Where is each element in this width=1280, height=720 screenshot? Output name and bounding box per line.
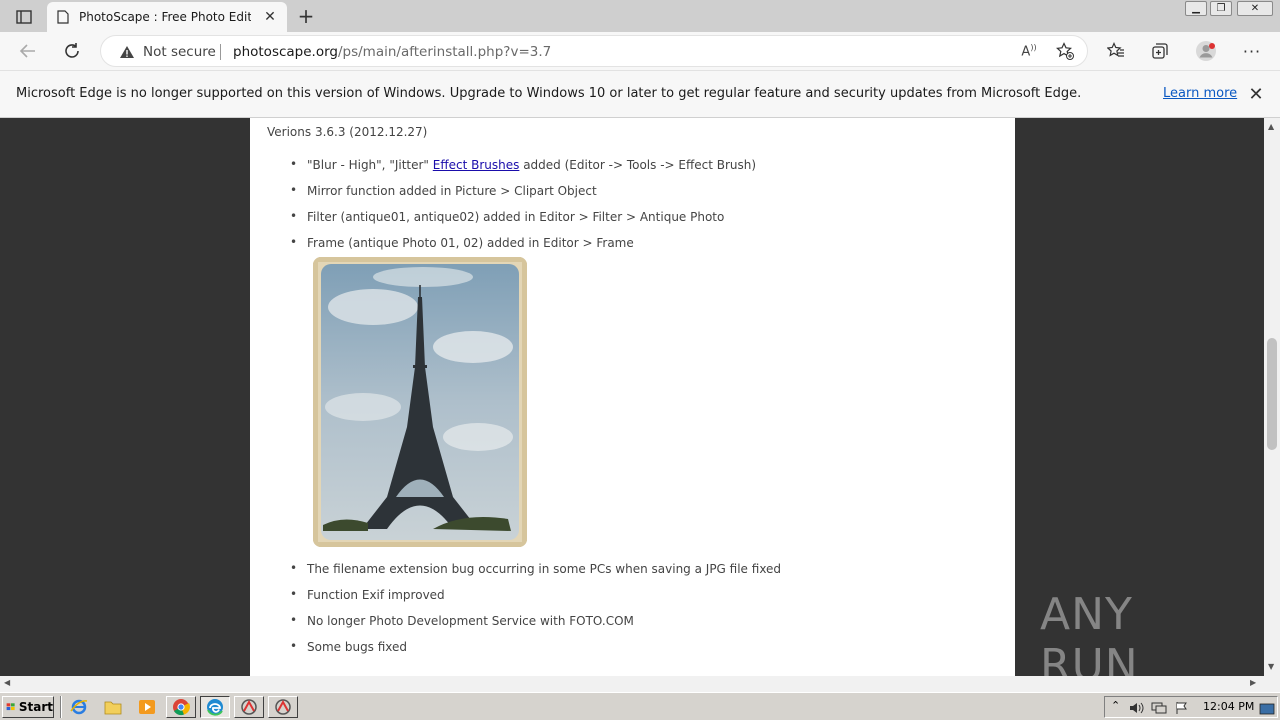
refresh-button[interactable] [60,40,84,62]
system-tray: ⌃ 12:04 PM [1104,696,1278,718]
vertical-scroll-thumb[interactable] [1267,338,1277,450]
infobar-close-button[interactable]: ✕ [1246,83,1266,105]
taskbar-photoscape-2[interactable] [268,696,298,718]
learn-more-link[interactable]: Learn more [1163,86,1237,101]
taskbar: Start ⌃ 12:04 PM [0,692,1280,720]
list-item: "Blur - High", "Jitter" Effect Brushes a… [290,157,757,172]
ie-quicklaunch[interactable] [70,698,88,720]
tab-strip: PhotoScape : Free Photo Editing ✕ + ▁ ❐ … [0,0,1280,32]
close-window-icon: ✕ [1250,3,1260,14]
clock[interactable]: 12:04 PM [1203,700,1254,713]
scroll-corner [1264,676,1280,692]
browser-toolbar: Not secure photoscape.org/ps/main/afteri… [0,32,1280,70]
antique-frame-sample-image [313,257,527,547]
list-item: Filter (antique01, antique02) added in E… [290,209,724,224]
start-button[interactable]: Start [2,696,54,718]
photoscape-icon [241,699,257,715]
edge-icon [207,699,223,716]
chrome-icon [173,699,190,716]
restore-button[interactable]: ❐ [1210,1,1232,16]
list-item: Some bugs fixed [290,639,407,654]
plus-icon: + [297,4,315,28]
url-text[interactable]: photoscape.org/ps/main/afterinstall.php?… [233,44,551,60]
url-path: /ps/main/afterinstall.php?v=3.7 [337,44,552,60]
security-label: Not secure [143,44,216,60]
folder-icon [104,701,122,715]
favorites-icon [1107,42,1124,57]
windows-logo-icon [6,703,15,711]
list-item: Mirror function added in Picture > Clipa… [290,183,597,198]
tab-actions-icon [16,10,32,24]
scroll-down-icon[interactable]: ▼ [1268,662,1274,671]
volume-icon[interactable] [1129,700,1145,719]
address-separator [220,44,221,60]
page-viewport: Verions 3.6.3 (2012.12.27) "Blur - High"… [0,118,1264,676]
media-quicklaunch[interactable] [138,698,156,720]
list-item-prefix: "Blur - High", "Jitter" [307,158,433,172]
effect-brushes-link[interactable]: Effect Brushes [433,158,520,172]
close-icon: ✕ [1248,83,1264,105]
list-item: The filename extension bug occurring in … [290,561,781,576]
collections-button[interactable] [1148,40,1172,62]
vertical-scrollbar[interactable]: ▲ ▼ [1264,118,1280,676]
tab-close-button[interactable]: ✕ [261,8,279,26]
list-item: Frame (antique Photo 01, 02) added in Ed… [290,235,634,250]
taskbar-photoscape-1[interactable] [234,696,264,718]
more-icon: ··· [1242,41,1262,61]
tab-photoscape[interactable]: PhotoScape : Free Photo Editing ✕ [47,2,287,32]
list-item: Function Exif improved [290,587,445,602]
minimize-icon: ▁ [1192,3,1200,14]
taskbar-edge[interactable] [200,696,230,718]
action-center-flag-icon[interactable] [1175,700,1189,719]
read-aloud-button[interactable]: A)) [1017,40,1041,62]
add-favorite-icon [1056,42,1074,60]
minimize-button[interactable]: ▁ [1185,1,1207,16]
back-arrow-icon [19,44,35,58]
list-item-suffix: added (Editor -> Tools -> Effect Brush) [519,158,757,172]
new-tab-button[interactable]: + [294,4,318,28]
taskbar-chrome[interactable] [166,696,196,718]
restore-icon: ❐ [1216,3,1226,14]
page-icon [57,10,69,24]
collections-icon [1152,43,1168,59]
photoscape-icon [275,699,291,715]
profile-icon [1196,41,1216,61]
taskbar-separator [60,696,62,718]
scroll-right-icon[interactable]: ▶ [1250,678,1256,687]
explorer-quicklaunch[interactable] [104,698,122,720]
more-button[interactable]: ··· [1240,40,1264,62]
security-indicator[interactable]: Not secure [119,44,216,60]
infobar-message: Microsoft Edge is no longer supported on… [16,86,1082,101]
show-desktop-icon[interactable] [1259,701,1275,720]
warning-icon [120,46,134,58]
close-window-button[interactable]: ✕ [1237,1,1273,16]
version-title: Verions 3.6.3 (2012.12.27) [267,125,428,139]
page-content: Verions 3.6.3 (2012.12.27) "Blur - High"… [250,118,1015,676]
profile-button[interactable] [1194,40,1218,62]
read-aloud-icon: A)) [1021,42,1037,60]
favorites-button[interactable] [1104,40,1128,62]
watermark-text: ANY RUN [1040,589,1139,676]
internet-explorer-icon [70,699,88,715]
tab-actions-button[interactable] [8,6,40,28]
media-player-icon [139,700,155,714]
url-host: photoscape.org [233,44,338,60]
back-button[interactable] [16,40,40,62]
tab-title: PhotoScape : Free Photo Editing [79,10,251,24]
close-icon: ✕ [264,9,276,25]
scroll-up-icon[interactable]: ▲ [1268,122,1274,131]
tray-expand-icon[interactable]: ⌃ [1111,699,1120,712]
scroll-left-icon[interactable]: ◀ [4,678,10,687]
horizontal-scrollbar[interactable]: ◀ ▶ [0,676,1264,692]
address-bar[interactable]: Not secure photoscape.org/ps/main/afteri… [100,35,1088,67]
add-favorite-button[interactable] [1053,40,1077,62]
list-item: No longer Photo Development Service with… [290,613,634,628]
unsupported-infobar: Microsoft Edge is no longer supported on… [0,70,1280,118]
network-icon[interactable] [1151,700,1167,719]
refresh-icon [65,43,79,58]
anyrun-watermark: ANY RUN [1040,589,1240,676]
start-label: Start [18,700,53,714]
